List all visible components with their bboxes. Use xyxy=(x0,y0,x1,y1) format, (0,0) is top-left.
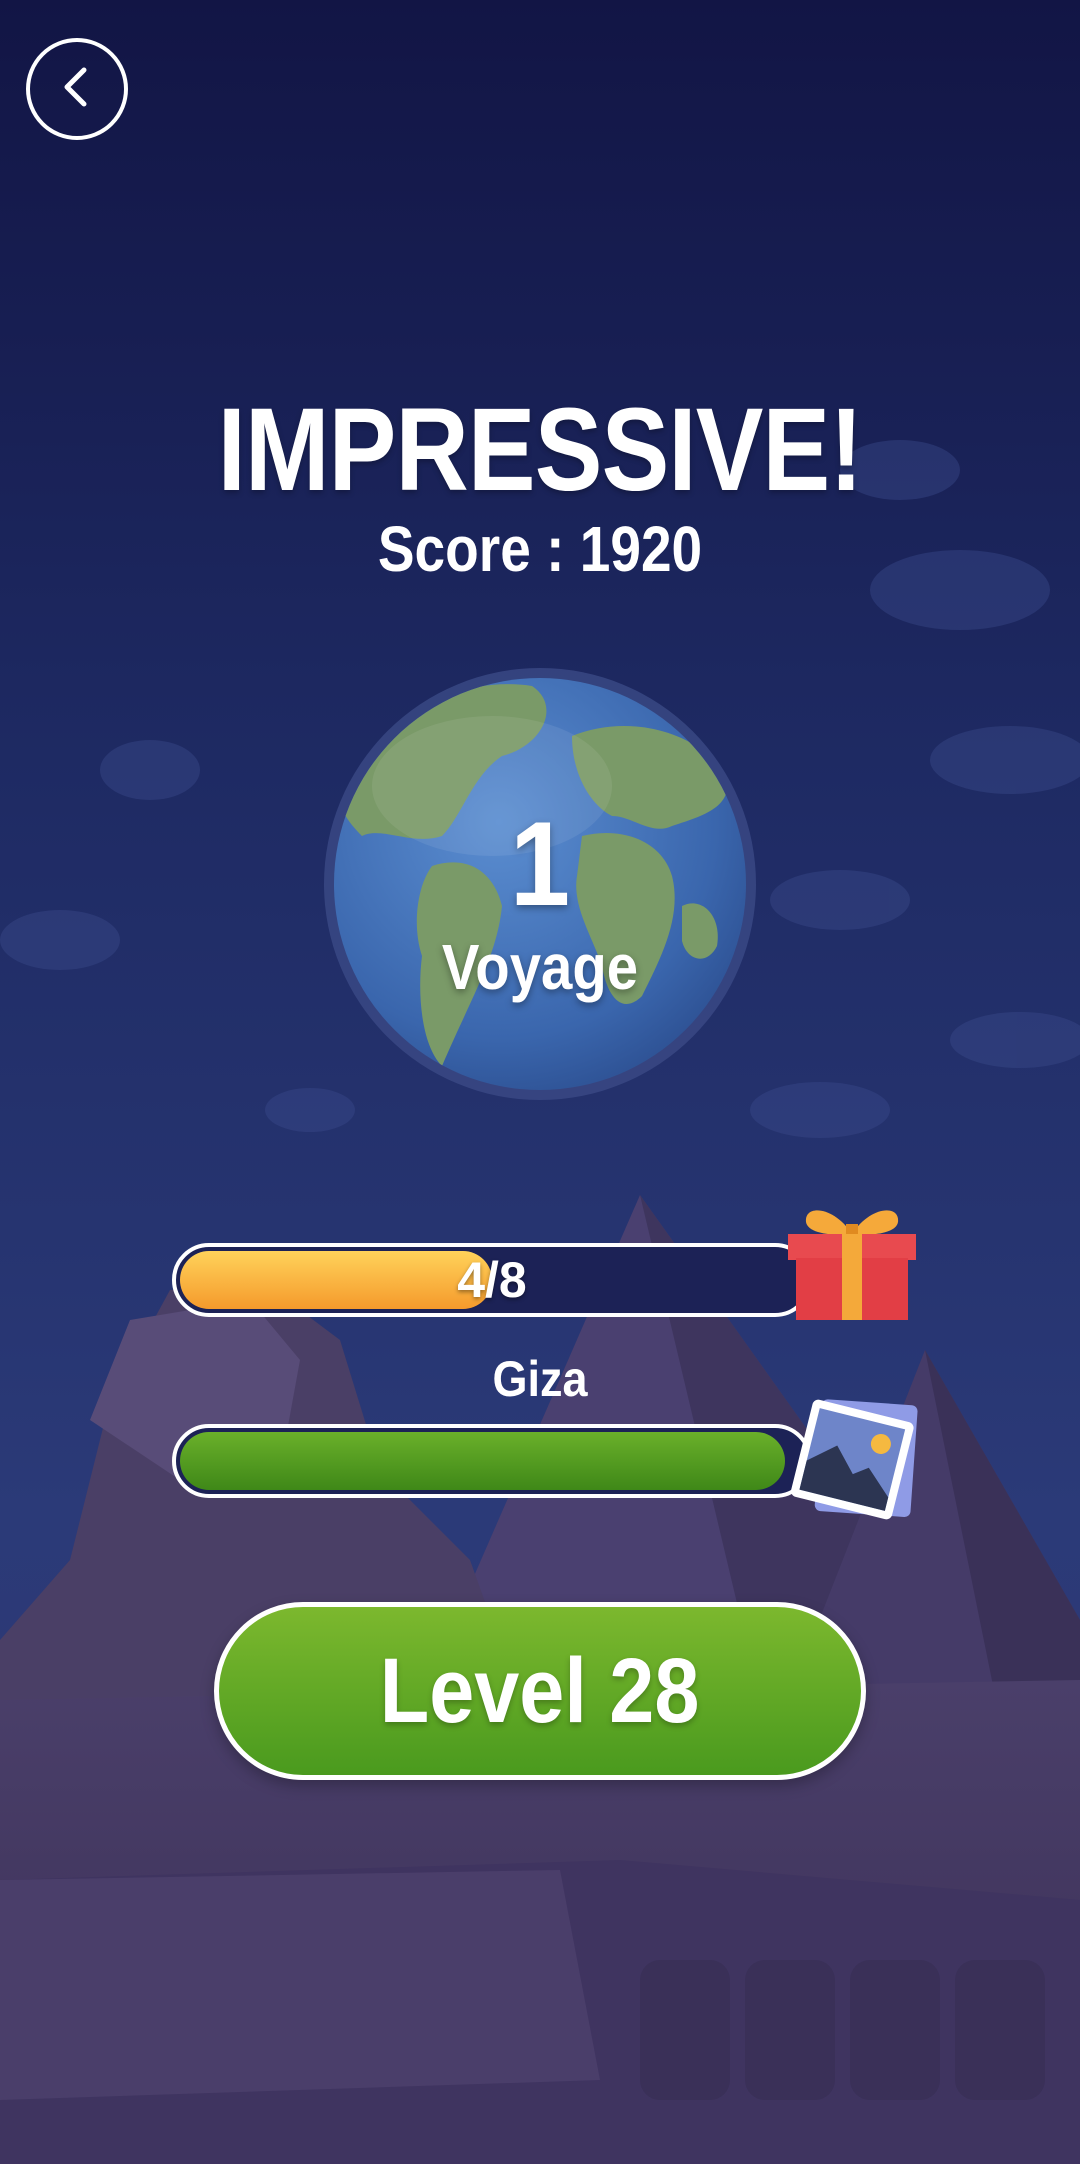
result-headline: IMPRESSIVE! xyxy=(217,384,864,516)
gift-icon xyxy=(784,1196,920,1322)
photo-icon xyxy=(784,1390,924,1528)
chest-progress-bar: 4/8 xyxy=(172,1243,812,1317)
voyage-label: Voyage xyxy=(441,931,639,1003)
back-button[interactable] xyxy=(26,38,128,140)
score-text: Score : 1920 xyxy=(377,513,703,585)
location-progress-fill xyxy=(180,1432,786,1490)
next-level-label: Level 28 xyxy=(380,1639,700,1742)
next-level-button[interactable]: Level 28 xyxy=(214,1602,866,1780)
chest-progress-text: 4/8 xyxy=(457,1252,527,1308)
voyage-number: 1 xyxy=(509,797,571,931)
chevron-left-icon xyxy=(52,62,102,117)
location-progress-bar xyxy=(172,1424,812,1498)
